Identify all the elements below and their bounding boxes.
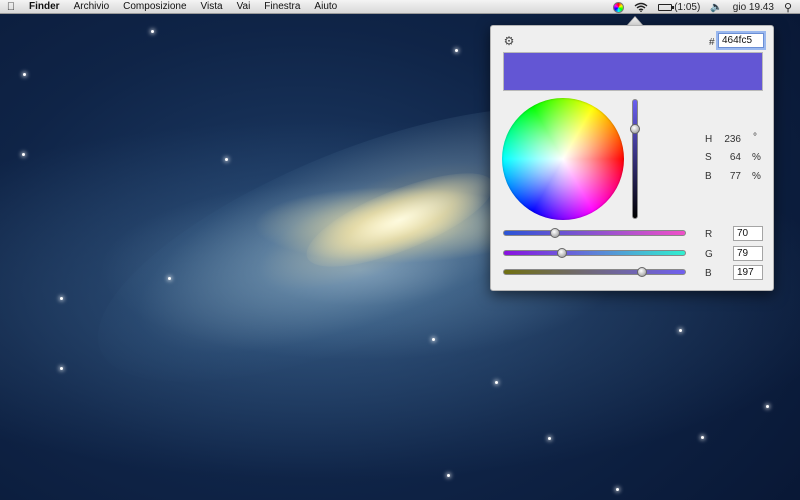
- battery-indicator[interactable]: (1:05): [658, 2, 700, 13]
- brightness-slider-knob[interactable]: [630, 124, 640, 135]
- status-area: (1:05) 🔈 gio 19.43 ⚲: [613, 0, 792, 14]
- saturation-unit: %: [752, 152, 761, 163]
- color-picker-popover: ⚙ # H 236 ° S 64 % B 77 % R G B: [490, 25, 774, 291]
- star: [151, 30, 154, 33]
- star: [432, 338, 435, 341]
- star: [548, 437, 551, 440]
- hue-label: H: [705, 134, 713, 145]
- red-slider-knob[interactable]: [550, 228, 561, 238]
- star: [447, 474, 450, 477]
- speaker-icon[interactable]: 🔈: [710, 2, 722, 13]
- star: [495, 381, 498, 384]
- blue-input[interactable]: [733, 265, 763, 280]
- star: [679, 329, 682, 332]
- color-picker-menu-icon[interactable]: [613, 1, 625, 13]
- star: [60, 367, 63, 370]
- brightness-slider-track[interactable]: [632, 99, 638, 219]
- battery-time: (1:05): [674, 1, 701, 13]
- brightness-unit: %: [752, 171, 761, 182]
- menu-finestra[interactable]: Finestra: [257, 1, 307, 12]
- red-label: R: [705, 229, 713, 240]
- color-wheel[interactable]: [502, 98, 624, 220]
- hex-input[interactable]: [718, 33, 764, 48]
- color-swatch: [503, 52, 763, 91]
- red-input[interactable]: [733, 226, 763, 241]
- hex-label: #: [709, 37, 715, 48]
- battery-icon: [658, 3, 675, 11]
- green-slider-knob[interactable]: [556, 248, 567, 258]
- menu-aiuto[interactable]: Aiuto: [307, 1, 344, 12]
- green-label: G: [705, 249, 713, 260]
- star: [455, 49, 458, 52]
- saturation-label: S: [705, 152, 712, 163]
- menu-archivio[interactable]: Archivio: [67, 1, 117, 12]
- blue-label: B: [705, 268, 712, 279]
- menu-bar:  Finder Archivio Composizione Vista Vai…: [0, 0, 800, 14]
- menu-composizione[interactable]: Composizione: [116, 1, 193, 12]
- menubar-clock[interactable]: gio 19.43: [733, 2, 774, 13]
- star: [22, 153, 25, 156]
- menu-vista[interactable]: Vista: [194, 1, 230, 12]
- hue-value: 236: [724, 134, 741, 145]
- brightness-value: 77: [729, 171, 741, 182]
- red-slider-track[interactable]: [503, 230, 686, 236]
- gear-icon[interactable]: ⚙: [503, 35, 515, 47]
- green-slider-track[interactable]: [503, 250, 686, 256]
- menu-finder[interactable]: Finder: [22, 1, 67, 12]
- star: [616, 488, 619, 491]
- wifi-icon[interactable]: [634, 2, 648, 12]
- blue-slider-knob[interactable]: [636, 267, 647, 277]
- hue-unit: °: [753, 132, 757, 143]
- blue-slider-track[interactable]: [503, 269, 686, 275]
- brightness-label: B: [705, 171, 712, 182]
- star: [701, 436, 704, 439]
- star: [225, 158, 228, 161]
- star: [168, 277, 171, 280]
- star: [23, 73, 26, 76]
- star: [766, 405, 769, 408]
- spotlight-search-icon[interactable]: ⚲: [784, 1, 792, 14]
- green-input[interactable]: [733, 246, 763, 261]
- menu-vai[interactable]: Vai: [230, 1, 258, 12]
- saturation-value: 64: [729, 152, 741, 163]
- apple-menu-icon[interactable]: : [0, 1, 22, 13]
- star: [60, 297, 63, 300]
